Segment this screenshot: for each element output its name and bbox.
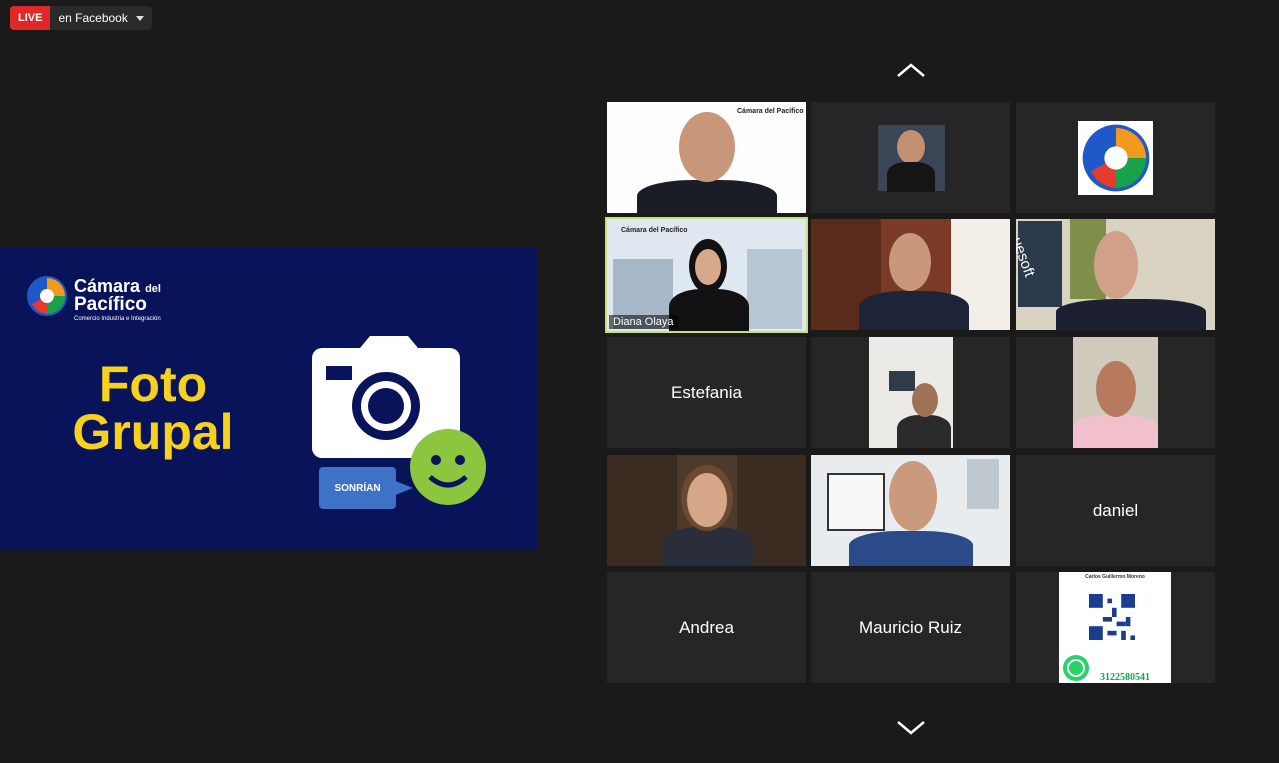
brand-text: Cámara del Pacífico Comercio Industria e… — [74, 277, 161, 322]
brand-name-2: Pacífico — [74, 294, 147, 315]
live-badge: LIVE — [10, 6, 51, 30]
participant-tile[interactable] — [811, 219, 1010, 330]
participant-tile[interactable]: daniel — [1016, 455, 1215, 566]
speech-bubble: SONRÍAN — [319, 467, 396, 509]
tile-logo-text: Cámara del Pacífico — [621, 227, 688, 234]
participant-name: daniel — [1092, 500, 1139, 520]
smiley-icon — [410, 429, 486, 505]
participant-tile-active-speaker[interactable]: Cámara del Pacífico Diana Olaya — [605, 217, 808, 333]
participant-tile[interactable] — [607, 455, 806, 566]
participant-tile[interactable]: Estefania — [607, 337, 806, 448]
title-line-2: Grupal — [72, 404, 234, 460]
brand-name: Cámara — [74, 276, 141, 296]
participant-tile[interactable] — [811, 455, 1010, 566]
brand-suffix: del — [145, 283, 161, 295]
card-name: Carlos Guillermo Moreno — [1085, 574, 1145, 580]
chevron-down-icon[interactable] — [896, 720, 926, 736]
qr-code-icon — [1089, 594, 1135, 640]
live-destination-label: en Facebook — [58, 11, 128, 25]
foto-grupal-title: Foto Grupal — [48, 356, 258, 460]
live-stream-indicator[interactable]: LIVE en Facebook — [10, 6, 152, 30]
participant-tile[interactable]: uesoft — [1016, 219, 1215, 330]
participant-tile[interactable] — [1016, 102, 1215, 213]
camara-logo-icon — [1082, 124, 1150, 192]
tile-logo-text: Cámara del Pacífico — [737, 108, 804, 115]
participant-name: Estefania — [671, 382, 742, 402]
bubble-text: SONRÍAN — [334, 482, 381, 494]
participant-tile[interactable]: Mauricio Ruiz — [811, 572, 1010, 683]
card-phone: 3122580541 — [1100, 672, 1150, 683]
participant-tile[interactable] — [1016, 337, 1215, 448]
whatsapp-icon — [1063, 655, 1089, 681]
camara-logo-icon — [27, 276, 67, 316]
participant-tile[interactable]: Carlos Guillermo Moreno 3122580541 — [1016, 572, 1215, 683]
participant-name: Andrea — [679, 617, 734, 637]
title-line-1: Foto — [98, 356, 208, 412]
participant-tile[interactable] — [811, 337, 1010, 448]
meeting-window: LIVE en Facebook Cámara del Pacífico Com… — [0, 0, 1279, 763]
chevron-up-icon[interactable] — [896, 62, 926, 78]
live-destination[interactable]: en Facebook — [50, 11, 151, 25]
participant-name-label: Diana Olaya — [609, 315, 678, 329]
participant-tile[interactable]: Andrea — [607, 572, 806, 683]
participant-tile[interactable] — [811, 102, 1010, 213]
participant-name: Mauricio Ruiz — [859, 617, 962, 637]
caret-down-icon[interactable] — [135, 15, 144, 21]
brand-tagline: Comercio Industria e Integración — [74, 316, 161, 322]
participant-tile[interactable]: Cámara del Pacífico — [607, 102, 806, 213]
